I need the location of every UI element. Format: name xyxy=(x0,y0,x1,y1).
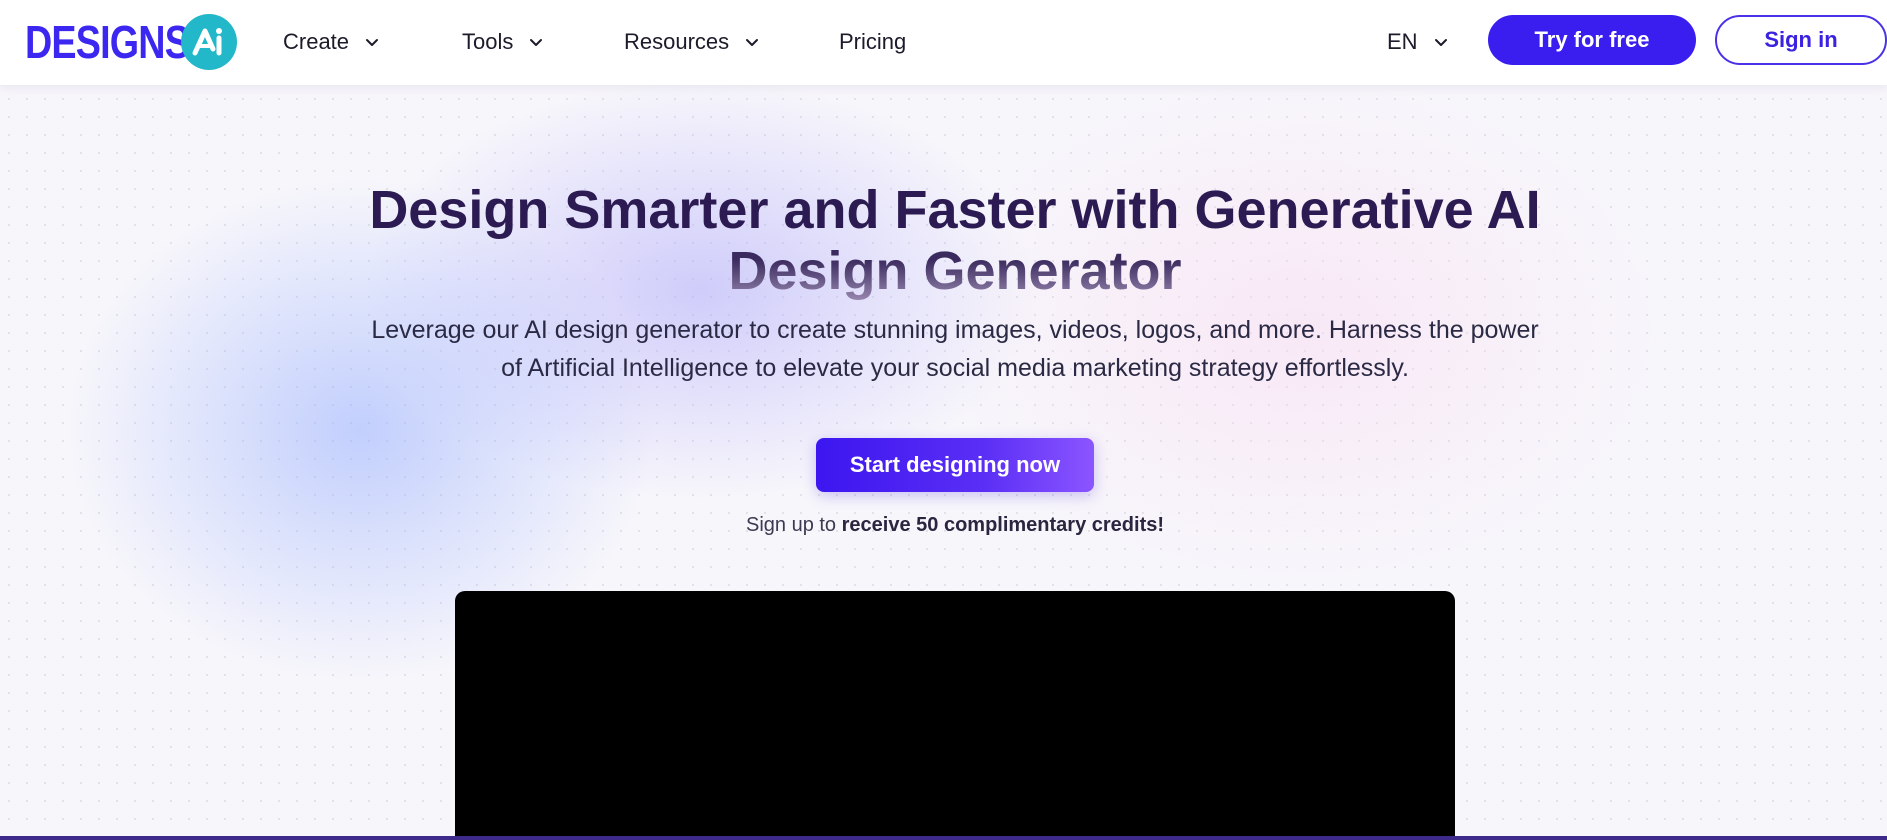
nav-create[interactable]: Create xyxy=(283,24,381,60)
ai-badge-icon xyxy=(181,14,237,70)
nav-resources-label: Resources xyxy=(624,29,730,54)
nav-tools[interactable]: Tools xyxy=(462,24,545,60)
hero-subtitle-line2: of Artificial Intelligence to elevate yo… xyxy=(501,354,1409,382)
nav-pricing-label: Pricing xyxy=(839,29,907,54)
hero-subtitle: Leverage our AI design generator to crea… xyxy=(355,311,1555,387)
nav-pricing[interactable]: Pricing xyxy=(839,24,906,60)
nav-create-label: Create xyxy=(283,29,350,54)
nav-tools-label: Tools xyxy=(462,29,514,54)
signup-credits-highlight: receive 50 complimentary credits! xyxy=(841,514,1165,536)
nav-resources[interactable]: Resources xyxy=(624,24,761,60)
chevron-down-icon xyxy=(1434,39,1447,46)
chevron-down-icon xyxy=(366,39,379,46)
hero-title-line1: Design Smarter and Faster with Generativ… xyxy=(369,180,1541,240)
signup-credits-note: Sign up to receive 50 complimentary cred… xyxy=(0,514,1887,537)
designs-ai-logo[interactable]: DESIGNS. xyxy=(25,14,237,70)
hero-video-player[interactable] xyxy=(455,591,1455,840)
hero-title: Design Smarter and Faster with Generativ… xyxy=(0,180,1887,302)
chevron-down-icon xyxy=(746,39,759,46)
start-designing-button[interactable]: Start designing now xyxy=(816,438,1094,492)
logo-wordmark: DESIGNS. xyxy=(25,16,200,68)
try-for-free-button[interactable]: Try for free xyxy=(1488,15,1696,65)
sign-in-button[interactable]: Sign in xyxy=(1715,15,1887,65)
hero-subtitle-line1: Leverage our AI design generator to crea… xyxy=(371,316,1539,344)
bottom-divider xyxy=(0,836,1887,840)
top-navigation-bar: DESIGNS. Create Tools Resources Pricing … xyxy=(0,0,1887,85)
language-label: EN xyxy=(1387,29,1418,54)
ai-glyph xyxy=(192,28,222,56)
signup-prefix: Sign up to xyxy=(745,514,837,536)
language-selector[interactable]: EN xyxy=(1387,24,1450,60)
chevron-down-icon xyxy=(530,39,543,46)
hero-title-line2: Design Generator xyxy=(0,241,1887,302)
